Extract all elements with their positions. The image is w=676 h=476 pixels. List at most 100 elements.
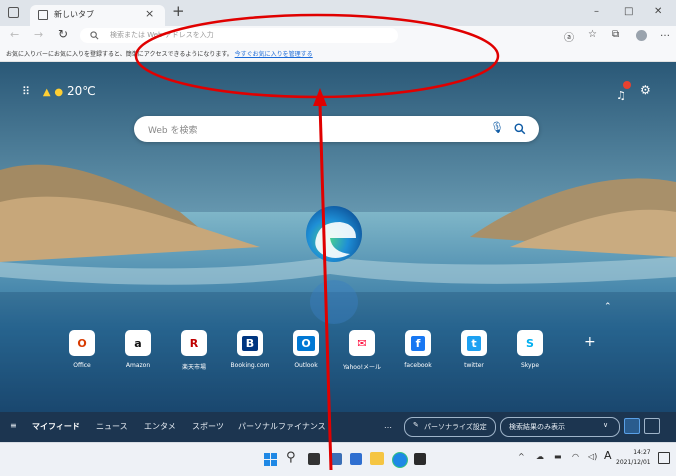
notification-center-icon[interactable]: [658, 452, 670, 464]
address-placeholder: 検索または Web アドレスを入力: [110, 31, 214, 39]
quick-link-office[interactable]: O Office: [60, 330, 104, 369]
manage-favorites-link[interactable]: 今すぐお気に入りを管理する: [235, 51, 313, 58]
chevron-down-icon: ∨: [603, 421, 609, 429]
chat-icon[interactable]: [350, 453, 362, 465]
weather-alert-icon: ▲: [42, 87, 51, 98]
tray-overflow-icon[interactable]: ^: [518, 452, 525, 461]
list-view-icon[interactable]: [644, 418, 660, 434]
nav-more[interactable]: …: [384, 421, 392, 430]
amazon-icon: a: [125, 330, 151, 356]
windows-start-icon[interactable]: [264, 453, 277, 466]
skype-icon: S: [517, 330, 543, 356]
settings-gear-icon[interactable]: ⚙: [640, 83, 651, 97]
search-icon[interactable]: ⚲: [286, 450, 296, 465]
quick-link-skype[interactable]: S Skype: [508, 330, 552, 369]
twitter-icon: t: [461, 330, 487, 356]
weather-widget[interactable]: ⠿ ▲ ● 20℃: [22, 84, 96, 98]
toolbar: ← → ↻ 検索または Web アドレスを入力 ⓐ ☆ ⧉ …: [0, 26, 676, 46]
view-option-label: 検索結果のみ表示: [509, 423, 565, 431]
hamburger-menu-icon[interactable]: ≡: [10, 421, 17, 430]
quick-link-label: facebook: [404, 362, 432, 369]
nav-my-feed[interactable]: マイフィード: [32, 421, 80, 432]
battery-icon[interactable]: ▬: [554, 452, 562, 461]
quick-link-label: Yahoo!メール: [342, 364, 382, 371]
collections-icon[interactable]: ⧉: [612, 29, 619, 40]
personalize-label: パーソナライズ設定: [424, 423, 487, 431]
weather-temperature: 20℃: [66, 84, 96, 98]
file-explorer-icon[interactable]: [370, 452, 384, 465]
quick-link-yahoo-mail[interactable]: ✉ Yahoo!メール: [340, 330, 384, 371]
quick-link-label: Booking.com: [230, 362, 270, 369]
yahoo-mail-icon: ✉: [349, 330, 375, 356]
ime-indicator[interactable]: A: [604, 449, 612, 462]
clock[interactable]: 14:27 2021/12/01: [616, 448, 651, 468]
task-view-icon[interactable]: [308, 453, 320, 465]
quick-link-label: Outlook: [294, 362, 318, 369]
outlook-icon: O: [293, 330, 319, 356]
office-icon: O: [69, 330, 95, 356]
nav-news[interactable]: ニュース: [96, 421, 128, 432]
clock-date: 2021/12/01: [616, 459, 651, 466]
more-menu-icon[interactable]: …: [660, 28, 670, 39]
nav-entertainment[interactable]: エンタメ: [144, 421, 176, 432]
close-window-button[interactable]: ✕: [654, 6, 662, 17]
tab-new-tab[interactable]: 新しいタブ ×: [30, 5, 165, 26]
quick-link-label: Office: [73, 362, 91, 369]
minimize-button[interactable]: –: [594, 6, 599, 17]
sun-icon: ●: [54, 87, 64, 98]
windows-taskbar: ⚲ ^ ☁ ▬ ◠ ◁) A 14:27 2021/12/01: [0, 442, 676, 476]
facebook-icon: f: [405, 330, 431, 356]
onedrive-icon[interactable]: ☁: [536, 452, 544, 461]
add-quick-link-button[interactable]: +: [584, 334, 596, 350]
favorites-icon[interactable]: ☆: [588, 29, 597, 40]
favorites-bar-text: お気に入りバーにお気に入りを登録すると、簡単にアクセスできるようになります。: [6, 51, 233, 58]
tab-actions-icon[interactable]: [8, 7, 19, 18]
web-search-box[interactable]: Web を検索 🎙: [134, 116, 539, 142]
edge-taskbar-icon[interactable]: [392, 452, 408, 468]
tab-title: 新しいタブ: [54, 10, 94, 19]
wifi-icon[interactable]: ◠: [572, 452, 579, 461]
quick-link-label: 楽天市場: [181, 364, 206, 371]
quick-link-outlook[interactable]: O Outlook: [284, 330, 328, 369]
app-launcher-icon[interactable]: ⠿: [22, 85, 30, 98]
address-bar[interactable]: 検索または Web アドレスを入力: [80, 28, 398, 43]
pencil-icon: ✎: [413, 421, 419, 429]
quick-link-label: twitter: [464, 362, 484, 369]
forward-button[interactable]: →: [34, 28, 43, 41]
microphone-icon[interactable]: 🎙: [490, 121, 504, 134]
maximize-button[interactable]: □: [624, 6, 633, 17]
new-tab-button[interactable]: +: [172, 4, 185, 19]
search-icon[interactable]: [514, 123, 526, 135]
quick-link-amazon[interactable]: a Amazon: [116, 330, 160, 369]
quick-link-label: Amazon: [125, 362, 151, 369]
profile-avatar[interactable]: [636, 30, 647, 41]
search-placeholder: Web を検索: [148, 126, 198, 136]
store-icon[interactable]: [414, 453, 426, 465]
tab-close-icon[interactable]: ×: [145, 7, 154, 20]
quick-link-twitter[interactable]: t twitter: [452, 330, 496, 369]
clock-time: 14:27: [633, 449, 651, 456]
favorites-bar-message: お気に入りバーにお気に入りを登録すると、簡単にアクセスできるようになります。 今…: [6, 49, 313, 58]
quick-link-booking[interactable]: B Booking.com: [228, 330, 272, 369]
notifications-bell-icon[interactable]: ♫: [616, 81, 631, 102]
nav-sports[interactable]: スポーツ: [192, 421, 224, 432]
personalize-button[interactable]: ✎ パーソナライズ設定: [404, 417, 496, 437]
back-button[interactable]: ←: [10, 28, 19, 41]
search-icon: [90, 31, 99, 40]
view-option-dropdown[interactable]: 検索結果のみ表示 ∨: [500, 417, 620, 437]
quick-link-rakuten[interactable]: R 楽天市場: [172, 330, 216, 371]
read-aloud-icon[interactable]: ⓐ: [564, 29, 574, 44]
quick-link-label: Skype: [520, 362, 540, 369]
quick-link-facebook[interactable]: f facebook: [396, 330, 440, 369]
page-icon: [38, 10, 48, 20]
widgets-icon[interactable]: [330, 453, 342, 465]
speaker-icon[interactable]: ◁): [588, 452, 597, 461]
collapse-chevron-icon[interactable]: ⌃: [604, 302, 612, 312]
nav-personal-finance[interactable]: パーソナルファイナンス: [238, 421, 326, 432]
rakuten-icon: R: [181, 330, 207, 356]
refresh-button[interactable]: ↻: [58, 27, 68, 41]
grid-view-icon[interactable]: [624, 418, 640, 434]
favorites-bar: お気に入りバーにお気に入りを登録すると、簡単にアクセスできるようになります。 今…: [0, 46, 676, 62]
booking-icon: B: [237, 330, 263, 356]
feed-nav-bar: ≡ マイフィード ニュース エンタメ スポーツ パーソナルファイナンス … ✎ …: [0, 412, 676, 442]
